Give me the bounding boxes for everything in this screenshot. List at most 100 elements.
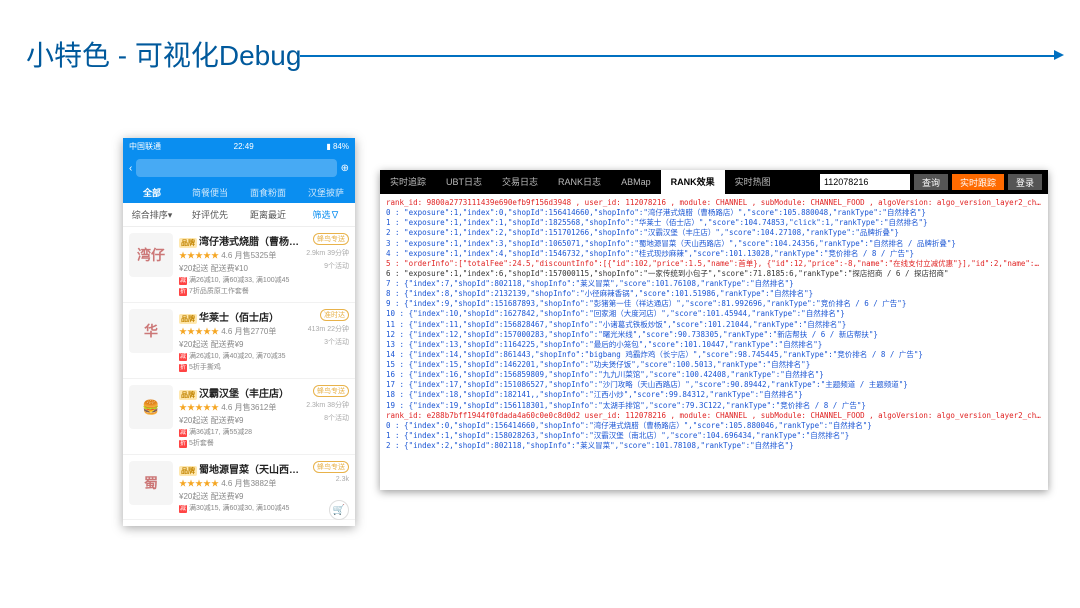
log-line: rank_id: 9800a2773111439e690efb9f156d394… [386,198,1042,208]
log-line: 7 : {"index":7,"shopId":802118,"shopInfo… [386,279,1042,289]
log-line: 2 : "exposure":1,"index":2,"shopId":1517… [386,228,1042,238]
status-bar: 中国联通 22:49 ▮ 84% [123,138,355,154]
main-tabs: 全部 简餐便当 面食粉面 汉堡披萨 [123,182,355,203]
sort-distance[interactable]: 距离最近 [239,203,297,226]
shop-title: 品牌汉霸汉堡（丰庄店） [179,385,303,400]
shop-promo2: 折7折品质原工作套餐 [179,286,303,296]
floating-cart-icon[interactable]: 🛒 [329,500,349,520]
shop-title: 品牌湾仔港式烧腊（曹杨路店） [179,233,303,248]
log-line: 18 : {"index":18,"shopId":182141,,"shopI… [386,390,1042,400]
tab-noodle[interactable]: 面食粉面 [239,182,297,203]
status-carrier: 中国联通 [129,141,161,152]
log-line: 8 : {"index":8,"shopId":2132139,"shopInf… [386,289,1042,299]
log-line: 15 : {"index":15,"shopId":1462201,"shopI… [386,360,1042,370]
log-line: 1 : "exposure":1,"index":1,"shopId":1825… [386,218,1042,228]
log-line: 1 : {"index":1,"shopId":158028263,"shopI… [386,431,1042,441]
phone-mockup: 中国联通 22:49 ▮ 84% ‹ ⊕ 全部 简餐便当 面食粉面 汉堡披萨 综… [123,138,355,526]
status-time: 22:49 [234,142,254,151]
debug-search-input[interactable] [820,174,910,190]
shop-fee: ¥20起送 配送费¥9 [179,415,303,426]
delivery-pill: 准时达 [320,309,349,321]
log-line: 6 : "exposure":1,"index":6,"shopId":1570… [386,269,1042,279]
back-icon[interactable]: ‹ [129,163,132,174]
tab-abmap[interactable]: ABMap [611,170,661,194]
tab-realtime-track[interactable]: 实时追踪 [380,170,436,194]
sort-default[interactable]: 综合排序▾ [123,203,181,226]
shop-note: 9个活动 [303,261,349,271]
shop-fee: ¥20起送 配送费¥10 [179,263,303,274]
delivery-pill: 蜂鸟专送 [313,385,349,397]
log-line: 0 : "exposure":1,"index":0,"shopId":1564… [386,208,1042,218]
shop-rating: ★★★★★ 4.6 月售3612单 [179,402,303,413]
log-line: 10 : {"index":10,"shopId":1627842,"shopI… [386,309,1042,319]
shop-rating: ★★★★★ 4.6 月售5325单 [179,250,303,261]
sort-filter[interactable]: 筛选∇ [297,203,355,226]
tab-trade-log[interactable]: 交易日志 [492,170,548,194]
log-line: 12 : {"index":12,"shopId":157000283,"sho… [386,330,1042,340]
log-line: 13 : {"index":13,"shopId":1164225,"shopI… [386,340,1042,350]
shop-thumb: 蜀 [129,461,173,505]
shop-promo: 减满30减15, 满60减30, 满100减45 [179,503,303,513]
debug-track-button[interactable]: 实时跟踪 [952,174,1004,190]
shop-note: 3个活动 [303,337,349,347]
debug-login-button[interactable]: 登录 [1008,174,1042,190]
log-line: 3 : "exposure":1,"index":3,"shopId":1065… [386,239,1042,249]
shop-thumb: 华 [129,309,173,353]
tab-ubt-log[interactable]: UBT日志 [436,170,492,194]
tab-rank-effect[interactable]: RANK效果 [661,170,725,194]
log-body: rank_id: 9800a2773111439e690efb9f156d394… [380,194,1048,490]
shop-promo: 减满26减10, 满60减33, 满100减45 [179,275,303,285]
sort-rating[interactable]: 好评优先 [181,203,239,226]
sort-tabs: 综合排序▾ 好评优先 距离最近 筛选∇ [123,203,355,227]
debug-search-button[interactable]: 查询 [914,174,948,190]
shop-fee: ¥20起送 配送费¥9 [179,339,303,350]
shop-rating: ★★★★★ 4.6 月售2770单 [179,326,303,337]
title-arrow-icon [1054,50,1064,60]
shop-distance: 2.9km 39分钟 [303,248,349,258]
tab-bento[interactable]: 简餐便当 [181,182,239,203]
debug-tabs: 实时追踪 UBT日志 交易日志 RANK日志 ABMap RANK效果 实时热图… [380,170,1048,194]
tab-all[interactable]: 全部 [123,182,181,203]
shop-title: 品牌华莱士（佰士店） [179,309,303,324]
title-divider [300,55,1060,57]
slide-title: 小特色 - 可视化Debug [26,34,301,74]
shop-note: 8个活动 [303,413,349,423]
log-line: 11 : {"index":11,"shopId":156828467,"sho… [386,320,1042,330]
debug-panel: 实时追踪 UBT日志 交易日志 RANK日志 ABMap RANK效果 实时热图… [380,170,1048,490]
log-line: 5 : "orderInfo":["totalFee":24.5,"discou… [386,259,1042,269]
log-line: 2 : {"index":2,"shopId":802118,"shopInfo… [386,441,1042,451]
shop-card[interactable]: 华品牌华莱士（佰士店） ★★★★★ 4.6 月售2770单 ¥20起送 配送费¥9减… [123,303,355,379]
shop-fee: ¥20起送 配送费¥9 [179,491,303,502]
log-line: rank_id: e288b7bff1944f0fdada4a60c0e0c8d… [386,411,1042,421]
shop-title: 品牌蜀地源冒菜（天山西路店） [179,461,303,476]
shop-distance: 2.3km 38分钟 [303,400,349,410]
app-header: ‹ ⊕ [123,154,355,182]
tab-burger[interactable]: 汉堡披萨 [297,182,355,203]
shop-card[interactable]: 湾仔品牌湾仔港式烧腊（曹杨路店） ★★★★★ 4.6 月售5325单 ¥20起送 配… [123,227,355,303]
log-line: 4 : "exposure":1,"index":4,"shopId":1546… [386,249,1042,259]
log-line: 14 : {"index":14,"shopId":861443,"shopIn… [386,350,1042,360]
shop-distance: 413m 22分钟 [303,324,349,334]
delivery-pill: 蜂鸟专送 [313,461,349,473]
log-line: 9 : {"index":9,"shopId":151687893,"shopI… [386,299,1042,309]
shop-promo2: 折5折套餐 [179,438,303,448]
log-line: 0 : {"index":0,"shopId":156414660,"shopI… [386,421,1042,431]
shop-rating: ★★★★★ 4.6 月售3882单 [179,478,303,489]
shop-promo2: 折5折手撕鸡 [179,362,303,372]
delivery-pill: 蜂鸟专送 [313,233,349,245]
log-line: 19 : {"index":19,"shopId":156118301,"sho… [386,401,1042,411]
tab-heatmap[interactable]: 实时热图 [725,170,781,194]
cart-icon[interactable]: ⊕ [341,163,349,174]
status-battery: ▮ 84% [326,142,349,151]
search-input[interactable] [136,159,336,177]
shop-thumb: 🍔 [129,385,173,429]
shop-card[interactable]: 🍔 品牌汉霸汉堡（丰庄店） ★★★★★ 4.6 月售3612单 ¥20起送 配送费¥9… [123,379,355,455]
log-line: 17 : {"index":17,"shopId":151086527,"sho… [386,380,1042,390]
log-line: 16 : {"index":16,"shopId":156859809,"sho… [386,370,1042,380]
shop-distance: 2.3k [303,476,349,483]
shop-promo: 减满26减10, 满40减20, 满70减35 [179,351,303,361]
shop-thumb: 湾仔 [129,233,173,277]
shop-card[interactable]: 蜀品牌蜀地源冒菜（天山西路店） ★★★★★ 4.6 月售3882单 ¥20起送 配送… [123,455,355,520]
tab-rank-log[interactable]: RANK日志 [548,170,611,194]
shop-promo: 减满36减17, 满55减28 [179,427,303,437]
